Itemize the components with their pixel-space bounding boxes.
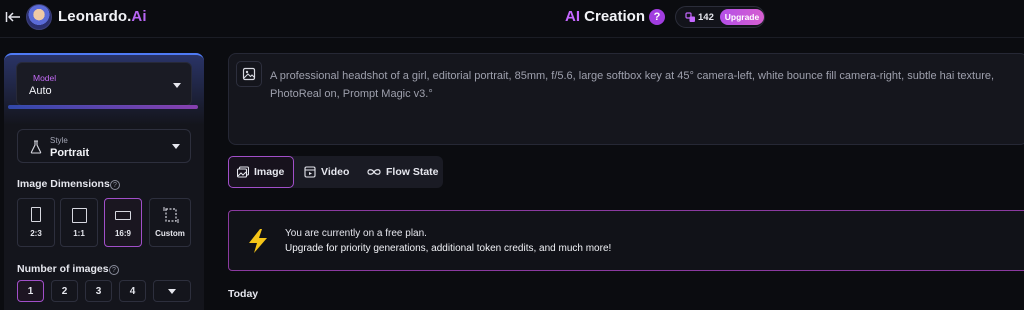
banner-line-1: You are currently on a free plan. [285,228,427,239]
custom-ratio-icon [163,207,179,223]
dimension-2-3[interactable]: 2:3 [17,198,55,247]
token-balance[interactable]: 142 Upgrade [675,6,765,28]
dimension-label: Custom [155,229,185,238]
page-title: AI Creation [565,8,645,25]
page-title-rest: Creation [580,8,646,25]
dimension-1-1[interactable]: 1:1 [60,198,98,247]
today-heading: Today [228,288,259,300]
num-images-more-dropdown[interactable] [153,280,191,302]
tab-video[interactable]: Video [296,156,356,188]
info-icon[interactable]: ? [110,180,120,190]
image-dimensions-heading: Image Dimensions [17,178,110,190]
model-value: Auto [29,85,52,97]
style-select[interactable]: Style Portrait [17,129,191,163]
dimension-custom[interactable]: Custom [149,198,191,247]
back-arrow-icon[interactable] [4,8,22,26]
brand-name-text: Leonardo. [58,8,132,25]
landscape-ratio-icon [115,211,131,220]
help-icon[interactable]: ? [649,9,665,25]
num-images-2[interactable]: 2 [51,280,78,302]
image-icon [242,67,256,81]
info-icon[interactable]: ? [109,265,119,275]
tab-image[interactable]: Image [228,156,294,188]
portrait-ratio-icon [31,207,41,222]
prompt-input[interactable]: A professional headshot of a girl, edito… [270,67,1024,103]
chevron-down-icon [168,288,176,294]
infinity-icon [367,169,381,175]
dimension-16-9[interactable]: 16:9 [104,198,142,247]
dimension-label: 2:3 [30,229,42,238]
model-select[interactable]: Model Auto [16,62,192,106]
banner-line-2: Upgrade for priority generations, additi… [285,243,612,254]
tab-video-label: Video [321,166,350,178]
model-glow-divider [8,105,198,109]
mode-tabs: Image Video Flow State [228,156,443,188]
image-icon [237,166,249,178]
num-images-1[interactable]: 1 [17,280,44,302]
token-count: 142 [698,12,714,23]
page-title-accent: AI [565,8,580,25]
free-plan-banner[interactable]: You are currently on a free plan. Upgrad… [228,210,1024,271]
settings-sidebar: Model Auto Style Portrait Image Dimensio… [4,53,204,310]
style-value: Portrait [50,147,90,159]
num-images-3[interactable]: 3 [85,280,112,302]
num-images-4[interactable]: 4 [119,280,146,302]
lightning-bolt-icon [249,229,267,253]
tab-flow-state[interactable]: Flow State [359,156,443,188]
chevron-down-icon [173,83,181,88]
square-ratio-icon [72,208,87,223]
video-icon [304,166,316,178]
tab-flow-state-label: Flow State [386,166,439,178]
dimension-label: 16:9 [114,229,131,238]
dimension-label: 1:1 [73,229,85,238]
style-label: Style [50,136,68,145]
flask-icon [30,140,42,154]
brand-name-suffix: Ai [131,8,147,25]
token-icon [685,12,695,22]
prompt-box[interactable]: A professional headshot of a girl, edito… [228,53,1024,145]
image-upload-button[interactable] [236,61,262,87]
number-of-images-heading: Number of images [17,263,109,275]
chevron-down-icon [172,144,180,149]
brand-name[interactable]: Leonardo.Ai [58,8,147,25]
tab-image-label: Image [254,166,285,178]
top-bar: Leonardo.Ai AI Creation ? 142 Upgrade [0,0,1024,38]
upgrade-button[interactable]: Upgrade [720,9,764,25]
model-label: Model [33,73,57,83]
logo-avatar[interactable] [26,4,52,30]
